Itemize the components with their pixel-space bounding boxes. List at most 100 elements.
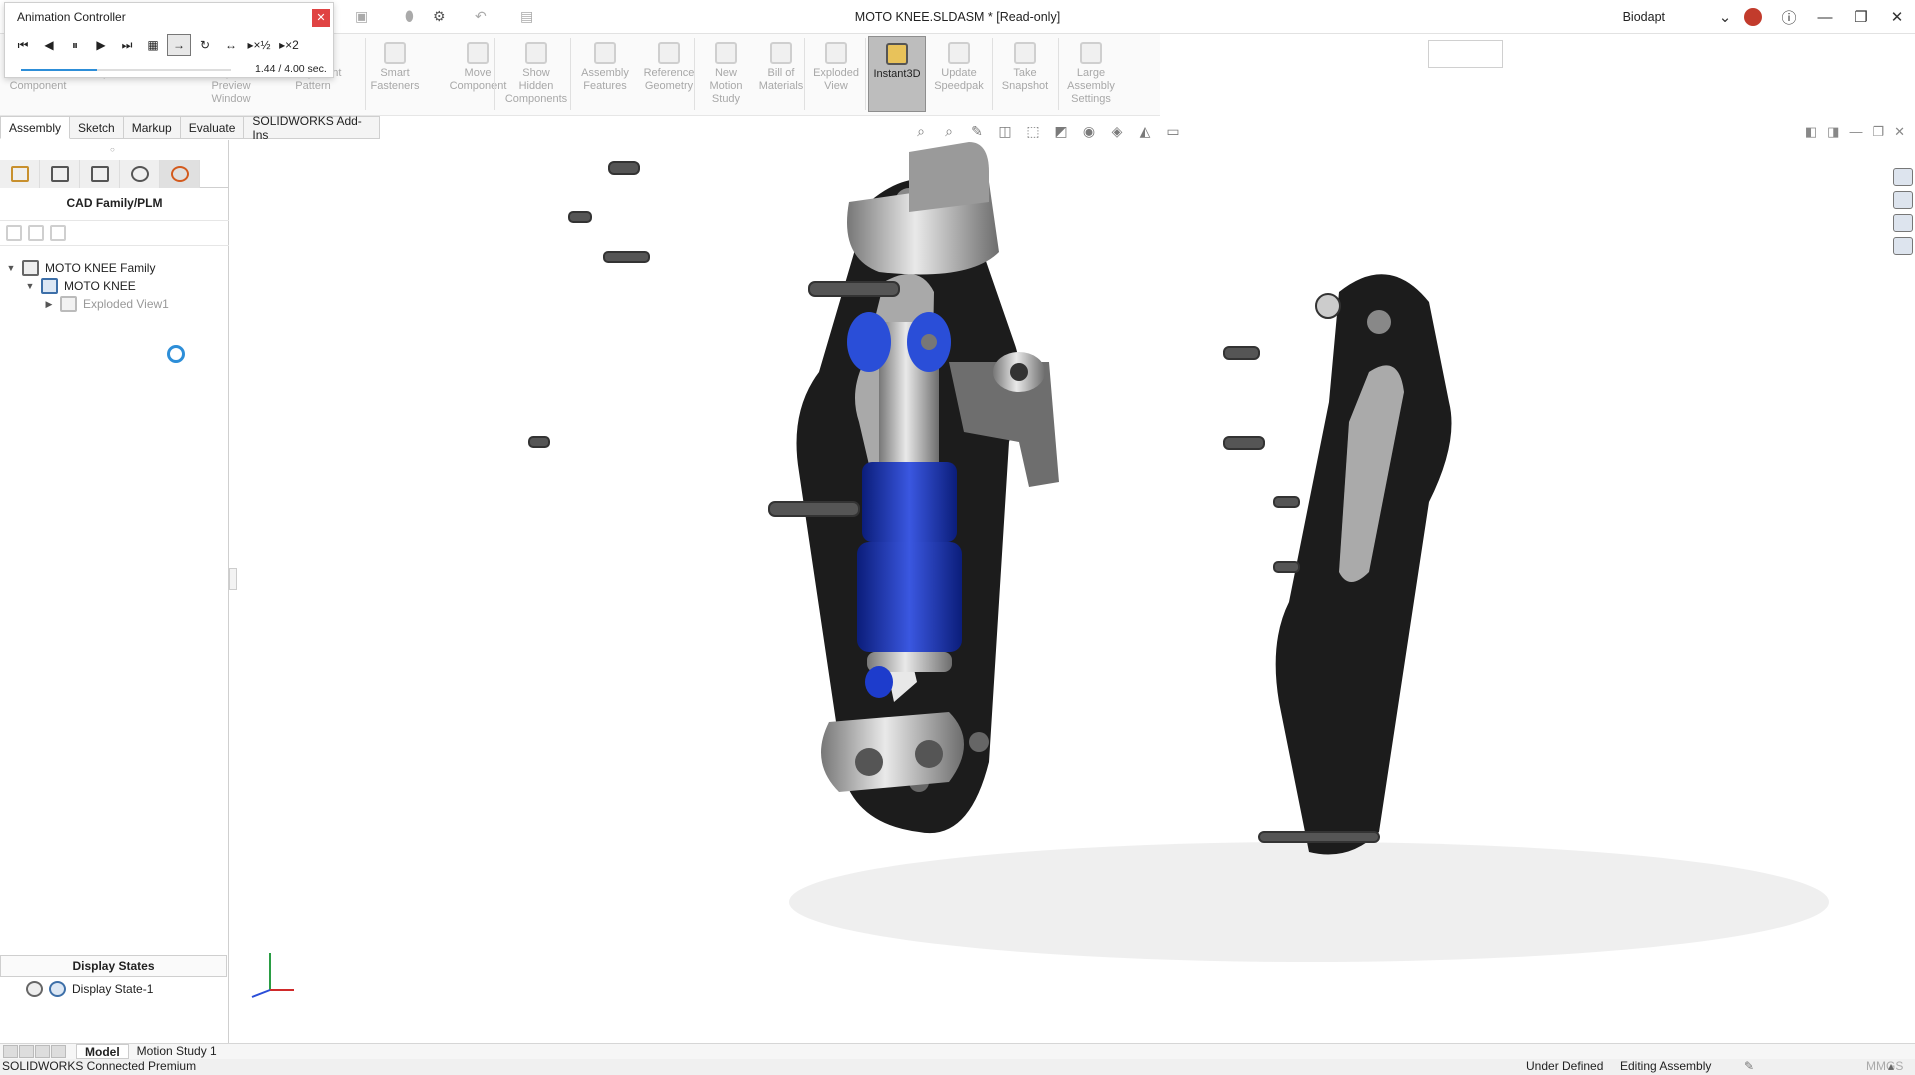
rebuild-status-icon[interactable]: ✎ <box>1744 1059 1754 1074</box>
ribbon-button-label: Smart Fasteners <box>370 67 420 92</box>
previous-view-icon[interactable]: ✎ <box>966 123 988 140</box>
custom-properties-icon[interactable] <box>1893 237 1913 255</box>
heads-up-view-toolbar: ⌕ ⌕ ✎ ◫ ⬚ ◩ ◉ ◈ ◭ ▭ <box>910 120 1184 142</box>
ribbon-button-7[interactable]: Show Hidden Components <box>498 36 574 112</box>
apply-scene-icon[interactable]: ◭ <box>1134 123 1156 140</box>
graphics-area[interactable] <box>229 142 1915 1042</box>
hide-show-items-icon[interactable]: ◉ <box>1078 123 1100 140</box>
slow-playback-icon[interactable]: ▸×½ <box>245 34 273 56</box>
ribbon-button-label: Instant3D <box>873 68 921 80</box>
ribbon-button-16[interactable]: Large Assembly Settings <box>1060 36 1122 112</box>
units-menu-arrow-icon[interactable]: ▴ <box>1888 1059 1894 1074</box>
ribbon-button-label: Assembly Features <box>581 67 629 92</box>
collapse-arrow-icon[interactable]: ▼ <box>25 281 35 291</box>
reference-triad <box>251 953 294 998</box>
display-state-icon <box>49 981 66 997</box>
close-window-button[interactable]: ✕ <box>1879 0 1915 34</box>
viewport-tile-icon[interactable]: ◧ <box>1805 124 1817 140</box>
file-explorer-icon[interactable] <box>1893 191 1913 209</box>
viewport-close-icon[interactable]: ✕ <box>1894 124 1905 140</box>
viewport-restore-icon[interactable]: ❐ <box>1872 124 1884 140</box>
right-bracket[interactable] <box>1275 274 1452 855</box>
family-icon <box>22 260 39 276</box>
section-view-icon[interactable]: ◫ <box>994 123 1016 140</box>
tab-assembly[interactable]: Assembly <box>0 116 71 139</box>
close-animation-controller-button[interactable]: ✕ <box>312 9 330 27</box>
animation-controller-title: Animation Controller <box>17 10 126 24</box>
dimxpert-tab-icon[interactable] <box>120 160 160 188</box>
minimize-button[interactable]: — <box>1807 0 1843 34</box>
help-icon[interactable]: ⓘ <box>1771 0 1807 34</box>
panel-header: CAD Family/PLM <box>66 196 163 210</box>
edit-mode-status: Editing Assembly <box>1620 1059 1712 1073</box>
ribbon-button-15[interactable]: Take Snapshot <box>995 36 1055 112</box>
tab-solidworks-addins[interactable]: SOLIDWORKS Add-Ins <box>244 114 380 142</box>
design-library-icon[interactable] <box>1893 168 1913 186</box>
edit-appearance-icon[interactable]: ◈ <box>1106 123 1128 140</box>
plm-tool-1-icon[interactable] <box>6 225 22 241</box>
configurationmanager-tab-icon[interactable] <box>80 160 120 188</box>
user-name[interactable]: Biodapt <box>1623 10 1665 24</box>
save-animation-icon[interactable]: ▦ <box>141 34 165 56</box>
ribbon-button-9[interactable]: Reference Geometry <box>638 36 700 112</box>
ribbon-button-8[interactable]: Assembly Features <box>575 36 635 112</box>
ribbon-button-icon <box>948 42 970 64</box>
ribbon-button-5[interactable]: Smart Fasteners <box>365 36 425 112</box>
reciprocate-playback-icon[interactable]: ↔ <box>219 34 243 56</box>
expand-arrow-icon[interactable]: ▶ <box>44 299 54 310</box>
avatar[interactable] <box>1735 0 1771 34</box>
collapse-arrow-icon[interactable]: ▼ <box>6 263 16 273</box>
tree-item-label: Exploded View1 <box>83 297 169 311</box>
floor-shadow <box>789 842 1829 962</box>
display-states-header: Display States <box>0 955 227 977</box>
definition-status: Under Defined <box>1526 1059 1604 1073</box>
normal-playback-icon[interactable]: → <box>167 34 191 56</box>
tab-model[interactable]: Model <box>76 1044 129 1059</box>
product-name: SOLIDWORKS Connected Premium <box>2 1059 197 1073</box>
appearances-icon[interactable] <box>1893 214 1913 232</box>
zoom-to-fit-icon[interactable]: ⌕ <box>910 123 932 140</box>
loop-playback-icon[interactable]: ↻ <box>193 34 217 56</box>
tab-evaluate[interactable]: Evaluate <box>180 116 245 139</box>
ribbon-button-label: Reference Geometry <box>643 67 695 92</box>
zoom-to-area-icon[interactable]: ⌕ <box>938 123 960 140</box>
tab-scroll-arrows[interactable] <box>3 1045 66 1058</box>
skip-to-start-icon[interactable]: ⏮ <box>11 34 35 56</box>
view-settings-icon[interactable]: ▭ <box>1162 123 1184 140</box>
pause-icon[interactable]: ⏸ <box>63 34 87 56</box>
ribbon-button-10[interactable]: New Motion Study <box>700 36 752 112</box>
tab-sketch[interactable]: Sketch <box>70 116 124 139</box>
displaymanager-tab-icon[interactable] <box>160 160 200 188</box>
restore-button[interactable]: ❐ <box>1843 0 1879 34</box>
motion-mini-toolbar[interactable] <box>1428 40 1503 68</box>
display-state-item[interactable]: Display State-1 <box>26 981 153 997</box>
fast-playback-icon[interactable]: ▸×2 <box>275 34 303 56</box>
featuremanager-tab-icon[interactable] <box>0 160 40 188</box>
units-indicator[interactable]: MMGS <box>1866 1059 1903 1074</box>
step-back-icon[interactable]: ◀ <box>37 34 61 56</box>
chevron-down-icon[interactable]: ⌄ <box>1715 0 1735 34</box>
play-icon[interactable]: ▶ <box>89 34 113 56</box>
plm-tool-3-icon[interactable] <box>50 225 66 241</box>
tab-markup[interactable]: Markup <box>123 116 181 139</box>
viewport-split-icon[interactable]: ◨ <box>1827 124 1839 140</box>
panel-grip[interactable]: ○ <box>110 145 115 154</box>
tab-motion-study-1[interactable]: Motion Study 1 <box>129 1044 225 1059</box>
panel-tabs <box>0 160 229 188</box>
tree-item-exploded-view[interactable]: ▶ Exploded View1 <box>44 294 169 314</box>
tree-item-family[interactable]: ▼ MOTO KNEE Family <box>6 258 155 278</box>
animation-progress-track[interactable] <box>21 69 231 71</box>
display-style-icon[interactable]: ◩ <box>1050 123 1072 140</box>
view-orientation-icon[interactable]: ⬚ <box>1022 123 1044 140</box>
ribbon-button-14[interactable]: Update Speedpak <box>928 36 990 112</box>
propertymanager-tab-icon[interactable] <box>40 160 80 188</box>
ribbon-separator <box>365 38 366 110</box>
skip-to-end-icon[interactable]: ⏭ <box>115 34 139 56</box>
ribbon-button-11[interactable]: Bill of Materials <box>755 36 807 112</box>
animation-progress-fill <box>21 69 97 71</box>
plm-tool-2-icon[interactable] <box>28 225 44 241</box>
ribbon-button-12[interactable]: Exploded View <box>806 36 866 112</box>
tree-item-assembly[interactable]: ▼ MOTO KNEE <box>25 276 136 296</box>
viewport-minimize-icon[interactable]: — <box>1849 124 1862 140</box>
ribbon-button-13[interactable]: Instant3D <box>868 36 926 112</box>
